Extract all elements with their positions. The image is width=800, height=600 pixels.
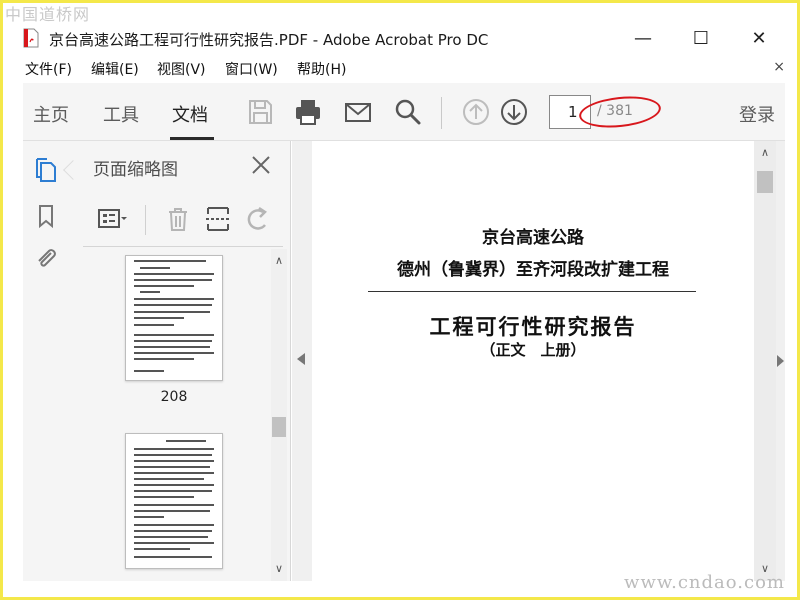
document-heading-1: 京台高速公路 <box>482 228 584 248</box>
search-icon[interactable] <box>393 97 423 127</box>
expand-right-panel-arrow[interactable] <box>777 355 784 367</box>
tool-separator <box>145 205 146 235</box>
tab-document[interactable]: 文档 <box>172 101 208 127</box>
document-page: 京台高速公路 德州（鲁冀界）至齐河段改扩建工程 工程可行性研究报告 （正文 上册… <box>312 141 754 581</box>
attachment-icon[interactable] <box>33 245 59 271</box>
page-thumbnail[interactable] <box>125 433 223 569</box>
options-icon[interactable] <box>97 205 127 233</box>
document-scrollbar[interactable]: ∧ ∨ <box>754 141 776 581</box>
toolbar: 主页 工具 文档 1 / 381 登录 <box>23 83 785 141</box>
document-title: 工程可行性研究报告 <box>429 314 637 339</box>
title-bar: 京台高速公路工程可行性研究报告.PDF - Adobe Acrobat Pro … <box>3 23 797 53</box>
menu-file[interactable]: 文件(F) <box>25 59 72 79</box>
pdf-file-icon <box>23 28 39 48</box>
bookmark-icon[interactable] <box>33 203 59 229</box>
close-document-button[interactable]: × <box>773 59 785 75</box>
collapse-panel-arrow[interactable] <box>297 353 305 365</box>
rotate-icon[interactable] <box>243 205 273 233</box>
email-icon[interactable] <box>343 97 373 127</box>
thumbnail-page-number: 208 <box>160 389 188 405</box>
menu-view[interactable]: 视图(V) <box>157 59 206 79</box>
panel-title: 页面缩略图 <box>93 160 178 180</box>
doc-scrollbar-thumb[interactable] <box>757 171 773 193</box>
maximize-button[interactable]: ☐ <box>681 25 721 51</box>
document-rule <box>368 291 696 292</box>
page-thumbnail[interactable] <box>125 255 223 381</box>
delete-icon[interactable] <box>163 205 193 233</box>
page-thumbnails-icon[interactable] <box>33 157 59 183</box>
toolbar-separator <box>441 97 442 129</box>
active-tab-indicator <box>170 137 214 140</box>
doc-scroll-up-arrow[interactable]: ∧ <box>757 145 773 161</box>
menu-edit[interactable]: 编辑(E) <box>91 59 139 79</box>
window-title: 京台高速公路工程可行性研究报告.PDF - Adobe Acrobat Pro … <box>49 31 489 49</box>
right-panel-toggle[interactable] <box>776 141 785 581</box>
panel-toolbar <box>83 197 283 247</box>
document-heading-2: 德州（鲁冀界）至齐河段改扩建工程 <box>397 260 669 280</box>
navigation-rail <box>23 141 73 581</box>
thumbnail-list: 208 <box>73 249 273 581</box>
menu-help[interactable]: 帮助(H) <box>297 59 346 79</box>
next-page-icon[interactable] <box>499 97 529 127</box>
menu-bar: 文件(F) 编辑(E) 视图(V) 窗口(W) 帮助(H) × <box>3 57 797 81</box>
watermark-top: 中国道桥网 <box>5 5 91 24</box>
print-icon[interactable] <box>293 97 323 127</box>
tab-home[interactable]: 主页 <box>33 101 69 127</box>
previous-page-icon[interactable] <box>461 97 491 127</box>
menu-window[interactable]: 窗口(W) <box>225 59 278 79</box>
login-button[interactable]: 登录 <box>739 101 775 127</box>
close-button[interactable]: ✕ <box>739 25 779 51</box>
panel-splitter[interactable] <box>292 141 312 581</box>
document-subtitle: （正文 上册） <box>480 341 586 359</box>
close-icon[interactable] <box>249 153 273 177</box>
app-frame: 中国道桥网 京台高速公路工程可行性研究报告.PDF - Adobe Acroba… <box>3 3 797 597</box>
page-thumbnails-panel: 页面缩略图 208 ∧ ∨ <box>63 141 291 581</box>
scrollbar-thumb[interactable] <box>272 417 286 437</box>
scroll-down-arrow[interactable]: ∨ <box>271 561 287 577</box>
save-icon[interactable] <box>245 97 275 127</box>
minimize-button[interactable]: — <box>623 25 663 51</box>
watermark-bottom: www.cndao.com <box>624 572 785 593</box>
thumbnail-scrollbar[interactable]: ∧ ∨ <box>271 249 287 581</box>
scroll-up-arrow[interactable]: ∧ <box>271 253 287 269</box>
tab-tools[interactable]: 工具 <box>103 101 139 127</box>
extract-pages-icon[interactable] <box>203 205 233 233</box>
